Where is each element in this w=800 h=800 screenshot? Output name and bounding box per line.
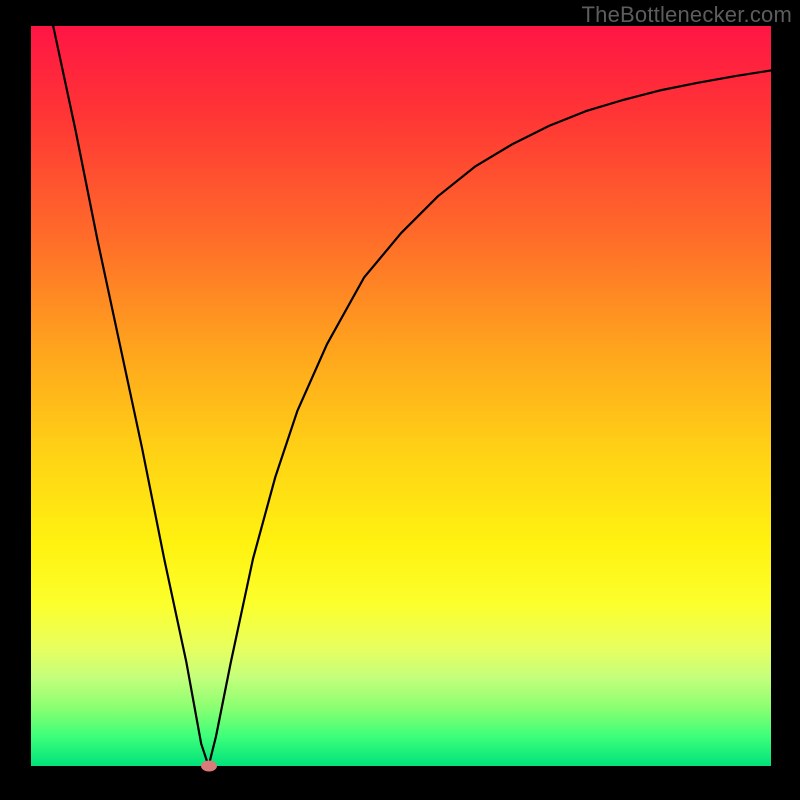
chart-frame: TheBottlenecker.com — [0, 0, 800, 800]
plot-area — [31, 26, 771, 766]
minimum-marker — [201, 761, 217, 772]
watermark-text: TheBottlenecker.com — [582, 2, 792, 28]
bottleneck-curve — [31, 26, 771, 766]
